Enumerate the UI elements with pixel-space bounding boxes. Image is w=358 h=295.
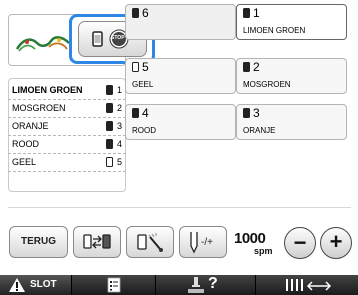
bottom-bar: SLOT ? — [0, 275, 358, 295]
color-number: 4 — [117, 139, 123, 149]
list-item[interactable]: MOSGROEN 2 — [8, 100, 126, 118]
help-button[interactable]: ? — [156, 275, 256, 295]
thread-spool-icon — [132, 108, 139, 118]
thread-brush-icon — [137, 233, 163, 252]
thread-swap-button[interactable] — [73, 226, 121, 258]
list-item[interactable]: ROOD 4 — [8, 136, 126, 154]
spool-color-name: ORANJE — [243, 126, 276, 135]
plus-icon: + — [329, 229, 343, 254]
thread-swap-icon — [83, 234, 111, 249]
back-label: TERUG — [21, 236, 56, 247]
thread-spool-icon — [106, 157, 113, 167]
help-label: ? — [208, 275, 218, 292]
spool-color-name: MOSGROEN — [243, 80, 291, 89]
spool-number: 4 — [142, 106, 149, 120]
spool-slot-4[interactable]: 4 ROOD — [125, 104, 236, 140]
thread-spool-icon — [132, 62, 139, 72]
spool-number: 3 — [253, 106, 260, 120]
speed-unit: spm — [254, 246, 273, 256]
spool-slot-3[interactable]: 3 ORANJE — [236, 104, 347, 140]
thread-spool-icon — [106, 121, 113, 131]
color-number: 5 — [117, 157, 123, 167]
document-list-icon — [107, 277, 121, 293]
stop-label: STOP — [111, 35, 125, 41]
list-item[interactable]: GEEL 5 — [8, 154, 126, 172]
thread-length-icon — [286, 279, 332, 291]
thread-spool-icon — [106, 103, 113, 113]
thread-trim-button[interactable] — [256, 275, 358, 295]
spool-color-name: LIMOEN GROEN — [243, 26, 306, 35]
thread-spool-icon — [243, 8, 250, 18]
thread-spool-icon — [106, 139, 113, 149]
color-edit-button[interactable] — [126, 226, 174, 258]
spool-number: 2 — [253, 60, 260, 74]
spool-number: 5 — [142, 60, 149, 74]
slot-button[interactable]: SLOT — [0, 275, 72, 295]
needle-icon — [190, 232, 198, 254]
machine-help-icon — [188, 277, 204, 293]
spool-number: 6 — [142, 6, 149, 20]
list-item[interactable]: ORANJE 3 — [8, 118, 126, 136]
color-name: ROOD — [12, 139, 39, 149]
thread-spool-icon — [106, 85, 113, 95]
warning-icon — [9, 278, 25, 292]
embroidery-pattern-icon — [15, 36, 70, 52]
speed-decrease-button[interactable]: − — [284, 227, 316, 259]
speed-display: 1000 spm — [232, 226, 276, 258]
speed-value: 1000 — [234, 230, 266, 247]
needle-adjust-label: -/+ — [201, 237, 213, 248]
spool-color-name: GEEL — [132, 80, 154, 89]
color-name: GEEL — [12, 157, 37, 167]
document-button[interactable] — [72, 275, 156, 295]
color-number: 3 — [117, 121, 123, 131]
spool-slot-5[interactable]: 5 GEEL — [125, 58, 236, 94]
color-name: MOSGROEN — [12, 103, 66, 113]
needle-adjust-button[interactable]: -/+ — [179, 226, 227, 258]
spool-slot-1[interactable]: 1 LIMOEN GROEN — [236, 4, 347, 40]
color-number: 1 — [117, 85, 123, 95]
minus-icon: − — [293, 230, 307, 255]
back-button[interactable]: TERUG — [9, 226, 68, 258]
list-item[interactable]: LIMOEN GROEN 1 — [8, 82, 126, 100]
slot-label: SLOT — [30, 279, 57, 290]
color-name: ORANJE — [12, 121, 49, 131]
thread-spool-icon — [243, 108, 250, 118]
speed-increase-button[interactable]: + — [320, 227, 352, 259]
spool-slot-2[interactable]: 2 MOSGROEN — [236, 58, 347, 94]
toolbar-divider — [8, 207, 351, 208]
spool-color-name: ROOD — [132, 126, 156, 135]
color-number: 2 — [117, 103, 123, 113]
thread-spool-icon — [243, 62, 250, 72]
spool-number: 1 — [253, 6, 260, 20]
spool-slot-6[interactable]: 6 — [125, 4, 236, 40]
thread-spool-icon — [132, 8, 139, 18]
color-name: LIMOEN GROEN — [12, 85, 83, 95]
